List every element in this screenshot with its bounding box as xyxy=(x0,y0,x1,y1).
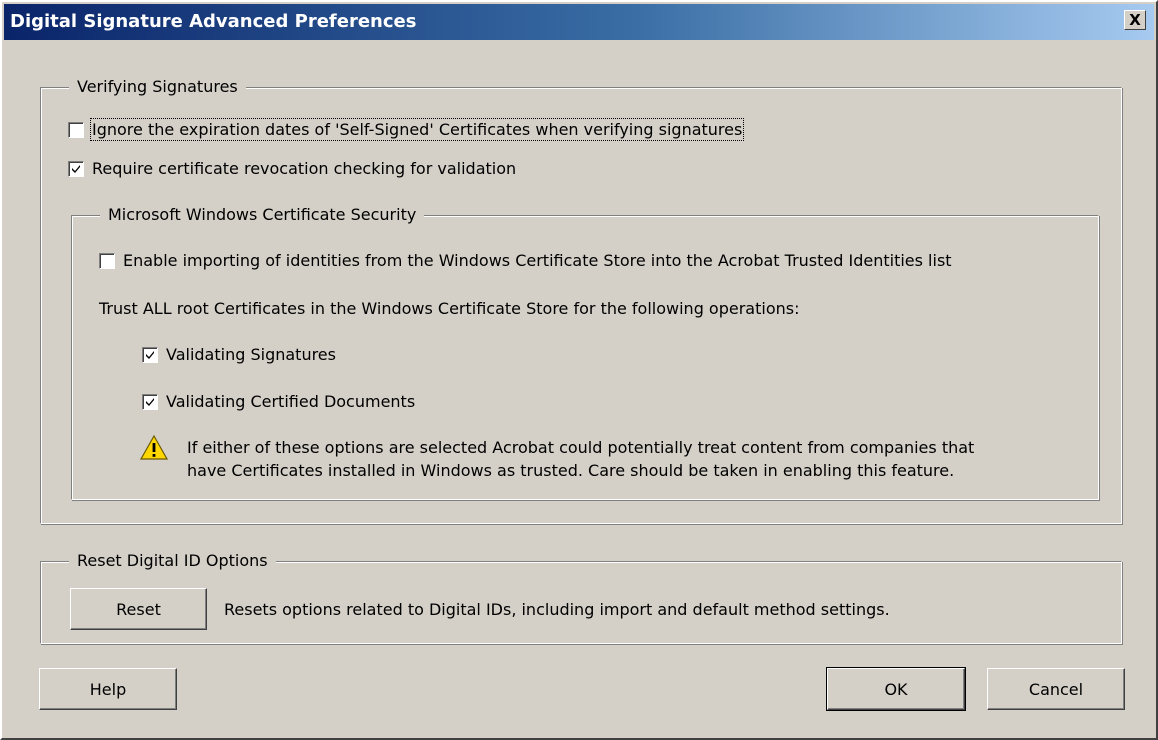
validating-signatures-label: Validating Signatures xyxy=(166,345,336,364)
validating-certified-label: Validating Certified Documents xyxy=(166,392,416,411)
validating-certified-option[interactable]: Validating Certified Documents xyxy=(142,392,415,411)
enable-import-option[interactable]: Enable importing of identities from the … xyxy=(99,251,952,270)
reset-digital-id-legend: Reset Digital ID Options xyxy=(69,551,276,570)
enable-import-label: Enable importing of identities from the … xyxy=(123,251,952,270)
close-icon: X xyxy=(1129,10,1141,29)
checkmark-icon xyxy=(146,350,154,359)
windows-certificate-security-group: Microsoft Windows Certificate Security E… xyxy=(71,205,1099,500)
checkmark-icon xyxy=(146,397,154,406)
trust-root-text: Trust ALL root Certificates in the Windo… xyxy=(99,299,800,318)
warning-line-2: have Certificates installed in Windows a… xyxy=(187,461,955,480)
require-revocation-checkbox[interactable] xyxy=(68,160,84,177)
reset-digital-id-group: Reset Digital ID Options Reset Resets op… xyxy=(40,551,1122,644)
warning-text: If either of these options are selected … xyxy=(187,436,974,482)
ok-button[interactable]: OK xyxy=(826,667,966,711)
require-revocation-label: Require certificate revocation checking … xyxy=(92,159,517,178)
windows-certificate-security-legend: Microsoft Windows Certificate Security xyxy=(100,205,425,224)
warning-line-1: If either of these options are selected … xyxy=(187,438,975,457)
cancel-button[interactable]: Cancel xyxy=(987,668,1125,710)
ignore-expiration-checkbox[interactable] xyxy=(68,121,84,138)
window-title: Digital Signature Advanced Preferences xyxy=(10,11,417,32)
help-button[interactable]: Help xyxy=(39,668,177,710)
checkmark-icon xyxy=(72,164,80,173)
enable-import-checkbox[interactable] xyxy=(99,252,115,269)
require-revocation-option[interactable]: Require certificate revocation checking … xyxy=(68,159,516,178)
title-bar[interactable]: Digital Signature Advanced Preferences X xyxy=(4,4,1154,40)
reset-description: Resets options related to Digital IDs, i… xyxy=(224,600,890,619)
ignore-expiration-label: Ignore the expiration dates of 'Self-Sig… xyxy=(89,118,745,141)
reset-button[interactable]: Reset xyxy=(70,588,207,630)
verifying-signatures-group: Verifying Signatures Ignore the expirati… xyxy=(40,77,1122,524)
validating-certified-checkbox[interactable] xyxy=(142,393,158,410)
close-button[interactable]: X xyxy=(1124,10,1146,30)
dialog-window: Digital Signature Advanced Preferences X… xyxy=(0,0,1158,740)
verifying-signatures-legend: Verifying Signatures xyxy=(69,77,246,96)
warning-icon xyxy=(140,435,168,460)
validating-signatures-checkbox[interactable] xyxy=(142,346,158,363)
validating-signatures-option[interactable]: Validating Signatures xyxy=(142,345,336,364)
ignore-expiration-option[interactable]: Ignore the expiration dates of 'Self-Sig… xyxy=(68,118,745,141)
